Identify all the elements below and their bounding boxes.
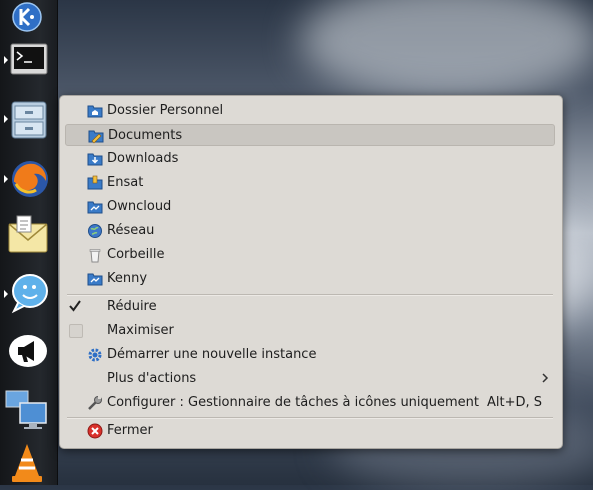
menu-item-label: Fermer xyxy=(107,423,153,438)
menu-item-documents[interactable]: Documents xyxy=(65,124,555,146)
menu-item-corbeille[interactable]: Corbeille xyxy=(65,244,555,266)
menu-item-label: Dossier Personnel xyxy=(107,103,224,118)
menu-item-label: Downloads xyxy=(107,151,179,166)
kde-menu-icon[interactable] xyxy=(3,0,51,34)
firefox-icon[interactable] xyxy=(3,152,51,202)
menu-item-more-actions[interactable]: Plus d'actions xyxy=(65,368,555,390)
keyboard-shortcut: Alt+D, S xyxy=(486,395,542,410)
menu-item-label: Réduire xyxy=(107,299,157,314)
chevron-right-icon xyxy=(542,373,549,383)
announcement-megaphone-icon[interactable] xyxy=(3,328,51,374)
menu-item-downloads[interactable]: Downloads xyxy=(65,148,555,170)
menu-item-maximiser[interactable]: Maximiser xyxy=(65,320,555,342)
menu-item-reseau[interactable]: Réseau xyxy=(65,220,555,242)
checkbox-unchecked[interactable] xyxy=(69,324,83,338)
menu-item-new-instance[interactable]: Démarrer une nouvelle instance xyxy=(65,344,555,366)
network-globe-icon xyxy=(88,224,102,238)
menu-item-label: Configurer : Gestionnaire de tâches à ic… xyxy=(107,395,480,410)
menu-item-dossier-personnel[interactable]: Dossier Personnel xyxy=(65,100,555,122)
menu-separator xyxy=(67,417,553,419)
menu-item-label: Ensat xyxy=(107,175,144,190)
vlc-icon[interactable] xyxy=(3,440,51,485)
check-mark-icon[interactable] xyxy=(68,299,82,313)
menu-item-label: Réseau xyxy=(107,223,155,238)
downloads-folder-icon xyxy=(87,153,103,166)
task-context-menu: Dossier Personnel Documents Downloads En… xyxy=(59,95,563,449)
menu-item-label: Démarrer une nouvelle instance xyxy=(107,347,317,362)
menu-item-reduire[interactable]: Réduire xyxy=(65,296,555,318)
menu-item-close[interactable]: Fermer xyxy=(65,420,555,442)
remote-desktop-icon[interactable] xyxy=(3,386,51,432)
documents-folder-icon xyxy=(88,130,104,144)
menu-item-label: Plus d'actions xyxy=(107,371,197,386)
menu-item-label: Owncloud xyxy=(107,199,172,214)
folder-icon xyxy=(87,273,103,286)
menu-item-label: Kenny xyxy=(107,271,148,286)
gear-icon xyxy=(88,348,102,362)
terminal-icon[interactable] xyxy=(3,38,51,82)
trash-icon xyxy=(89,249,101,263)
menu-item-label: Maximiser xyxy=(107,323,174,338)
wrench-icon xyxy=(88,396,102,410)
close-icon xyxy=(87,423,103,439)
menu-item-label: Corbeille xyxy=(107,247,165,262)
menu-item-ensat[interactable]: Ensat xyxy=(65,172,555,194)
menu-item-kenny[interactable]: Kenny xyxy=(65,268,555,290)
taskbar-panel xyxy=(0,0,58,485)
mail-client-icon[interactable] xyxy=(3,212,51,260)
instant-messenger-icon[interactable] xyxy=(3,268,51,316)
menu-item-label: Documents xyxy=(108,128,183,143)
menu-item-configure[interactable]: Configurer : Gestionnaire de tâches à ic… xyxy=(65,392,555,414)
file-manager-icon[interactable] xyxy=(3,96,51,142)
home-folder-icon xyxy=(87,105,103,118)
folder-icon xyxy=(87,175,103,190)
wallpaper-cloud xyxy=(300,0,593,100)
folder-icon xyxy=(87,201,103,214)
menu-item-owncloud[interactable]: Owncloud xyxy=(65,196,555,218)
